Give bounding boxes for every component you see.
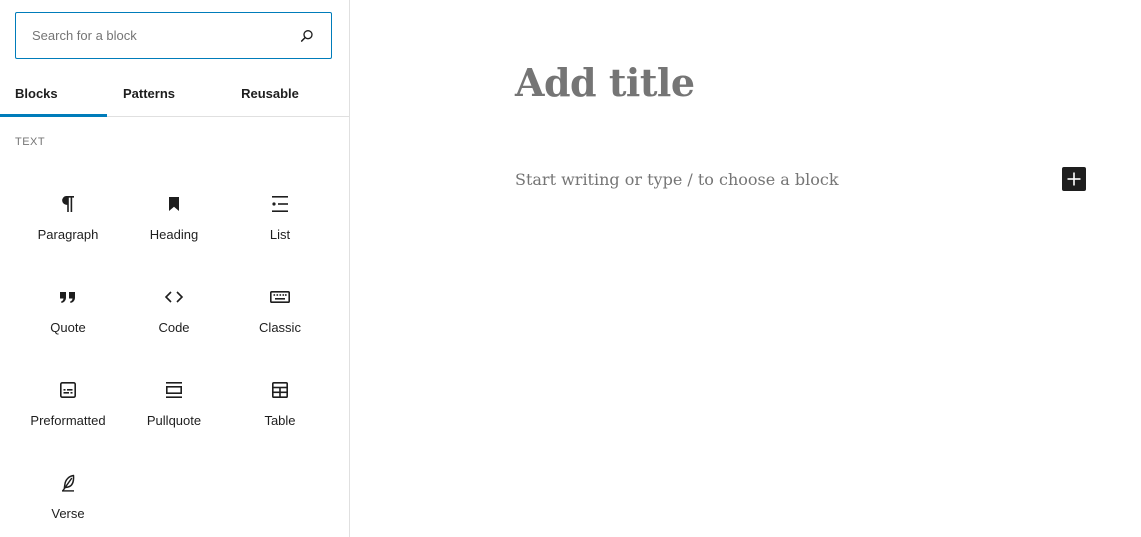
block-label: Preformatted (30, 413, 106, 428)
block-item-paragraph[interactable]: Paragraph (15, 171, 121, 264)
plus-icon (1067, 172, 1081, 186)
tab-reusable[interactable]: Reusable (218, 70, 322, 116)
block-item-verse[interactable]: Verse (15, 450, 121, 537)
block-label: Classic (259, 320, 301, 335)
block-label: Quote (50, 320, 86, 335)
block-editor: Blocks Patterns Reusable TEXT Paragraph (0, 0, 1141, 537)
search-icon[interactable] (299, 28, 315, 44)
category-title: TEXT (15, 136, 46, 148)
inserter-tabs: Blocks Patterns Reusable (0, 70, 349, 117)
tab-blocks-label: Blocks (15, 85, 58, 101)
block-label: Verse (51, 506, 85, 521)
block-label: Pullquote (146, 413, 202, 428)
list-icon (268, 192, 292, 216)
default-block-appender[interactable]: Start writing or type / to choose a bloc… (515, 170, 839, 189)
keyboard-icon (268, 285, 292, 309)
block-item-quote[interactable]: Quote (15, 264, 121, 357)
block-item-preformatted[interactable]: Preformatted (15, 357, 121, 450)
block-label: Heading (149, 227, 199, 242)
block-inserter-panel: Blocks Patterns Reusable TEXT Paragraph (0, 0, 350, 537)
active-tab-indicator (0, 114, 107, 117)
heading-icon (162, 192, 186, 216)
tab-blocks[interactable]: Blocks (0, 70, 107, 116)
block-list: Paragraph Heading List Quote Code Classi… (15, 171, 333, 537)
block-label: List (269, 227, 291, 242)
post-title[interactable]: Add title (515, 60, 695, 105)
preformatted-icon (56, 378, 80, 402)
search-box[interactable] (15, 12, 332, 59)
tab-patterns-label: Patterns (122, 85, 176, 101)
tab-patterns[interactable]: Patterns (107, 70, 191, 116)
block-item-heading[interactable]: Heading (121, 171, 227, 264)
block-label: Table (264, 413, 296, 428)
block-item-table[interactable]: Table (227, 357, 333, 450)
table-icon (268, 378, 292, 402)
block-item-pullquote[interactable]: Pullquote (121, 357, 227, 450)
editor-canvas: Add title Start writing or type / to cho… (350, 0, 1141, 537)
tab-reusable-label: Reusable (241, 85, 299, 101)
pullquote-icon (162, 378, 186, 402)
code-icon (162, 285, 186, 309)
add-block-button[interactable] (1062, 167, 1086, 191)
block-item-classic[interactable]: Classic (227, 264, 333, 357)
paragraph-icon (56, 192, 80, 216)
block-item-list[interactable]: List (227, 171, 333, 264)
block-label: Paragraph (37, 227, 99, 242)
block-item-code[interactable]: Code (121, 264, 227, 357)
quote-icon (56, 285, 80, 309)
block-label: Code (158, 320, 190, 335)
search-input[interactable] (16, 13, 282, 58)
feather-icon (56, 471, 80, 495)
